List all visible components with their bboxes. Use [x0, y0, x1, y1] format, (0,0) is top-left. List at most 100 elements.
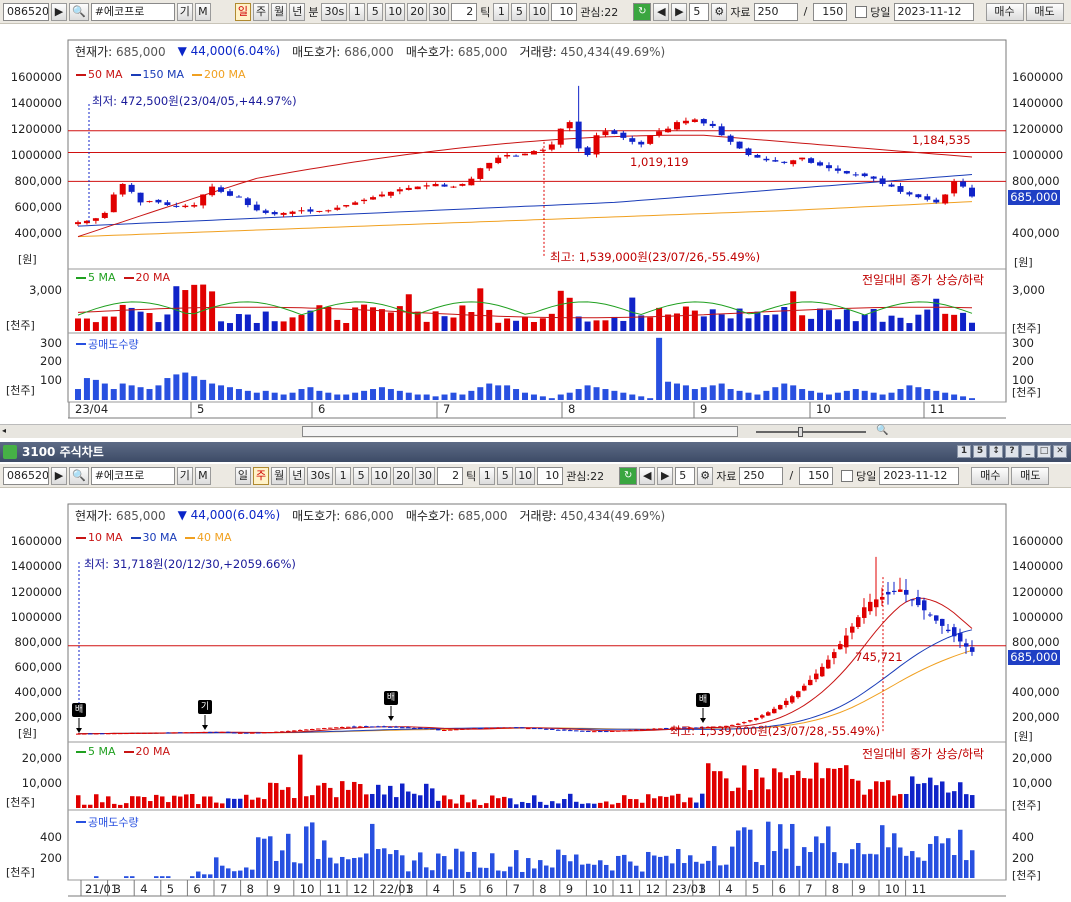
minimize-icon[interactable]: _: [1021, 445, 1035, 458]
short-sale-bar: [850, 849, 855, 878]
period-week-tab[interactable]: 주: [252, 2, 270, 21]
volume-bar: [574, 801, 579, 808]
data-label: 자료: [716, 469, 737, 483]
min-10-button[interactable]: 10: [385, 2, 406, 21]
next-arrow-icon[interactable]: ▶: [671, 2, 688, 21]
chart-scrollbar[interactable]: ◂ 🔍: [0, 424, 1071, 438]
dropdown-arrow-icon[interactable]: ▶: [51, 466, 67, 485]
daily-chart-svg[interactable]: [0, 24, 1071, 424]
info-button[interactable]: 기: [176, 466, 193, 485]
stock-code-input[interactable]: 086520: [3, 466, 49, 485]
today-checkbox[interactable]: [841, 469, 854, 482]
period-month-tab[interactable]: 월: [271, 466, 288, 485]
maximize-icon[interactable]: □: [1037, 445, 1051, 458]
volume-bar: [343, 322, 350, 331]
event-marker[interactable]: 배: [696, 693, 710, 707]
sell-button[interactable]: 매도: [1025, 2, 1064, 21]
settings-icon[interactable]: ⚙: [711, 2, 728, 21]
settings-icon[interactable]: ⚙: [697, 466, 714, 485]
min-30-button[interactable]: 30: [429, 2, 450, 21]
period-week-tab[interactable]: 주: [252, 466, 270, 485]
min-1-button[interactable]: 1: [349, 2, 366, 21]
data-total-input[interactable]: 150: [799, 466, 834, 485]
close-icon[interactable]: ✕: [1053, 445, 1067, 458]
min-20-button[interactable]: 20: [393, 466, 414, 485]
tick-5-button[interactable]: 5: [497, 466, 514, 485]
candle-body: [460, 728, 465, 730]
tick-1-button[interactable]: 1: [493, 2, 510, 21]
period-day-tab[interactable]: 일: [234, 466, 251, 485]
today-checkbox[interactable]: [855, 5, 868, 18]
refresh-icon[interactable]: ↻: [633, 2, 652, 21]
scroll-left-arrow[interactable]: ◂: [2, 426, 12, 437]
min-5-button[interactable]: 5: [353, 466, 370, 485]
date-picker[interactable]: 2023-11-12: [893, 2, 974, 21]
step-input[interactable]: 5: [675, 466, 696, 485]
sell-button[interactable]: 매도: [1011, 466, 1050, 485]
win-btn-5[interactable]: 5: [973, 445, 987, 458]
search-icon[interactable]: 🔍: [69, 2, 89, 21]
sec-button[interactable]: 30s: [321, 2, 348, 21]
short-sale-bar: [940, 843, 945, 878]
prev-arrow-icon[interactable]: ◀: [653, 2, 670, 21]
candle-body: [292, 730, 297, 732]
tick-5-button[interactable]: 5: [511, 2, 528, 21]
min-10-button[interactable]: 10: [371, 466, 392, 485]
candle-body: [486, 162, 493, 169]
period-month-tab[interactable]: 월: [271, 2, 288, 21]
search-icon[interactable]: 🔍: [69, 466, 89, 485]
date-picker[interactable]: 2023-11-12: [879, 466, 960, 485]
period-year-tab[interactable]: 년: [289, 466, 306, 485]
resize-icon[interactable]: ↕: [989, 445, 1003, 458]
stock-name-field[interactable]: #에코프로: [90, 466, 175, 485]
event-marker[interactable]: 기: [198, 700, 212, 714]
info-button[interactable]: 기: [176, 2, 193, 21]
buy-button[interactable]: 매수: [985, 2, 1024, 21]
zoom-slider-thumb[interactable]: [798, 427, 803, 437]
min-20-button[interactable]: 20: [407, 2, 428, 21]
tick-10-button[interactable]: 10: [515, 466, 536, 485]
candle-body: [430, 728, 435, 730]
zoom-slider[interactable]: [756, 431, 866, 433]
watch-label[interactable]: 관심:22: [565, 468, 617, 484]
next-arrow-icon[interactable]: ▶: [657, 466, 674, 485]
help-icon[interactable]: ?: [1005, 445, 1019, 458]
buy-button[interactable]: 매수: [971, 466, 1010, 485]
event-marker[interactable]: 배: [72, 703, 86, 717]
win-btn-1[interactable]: 1: [957, 445, 971, 458]
window-titlebar[interactable]: 3100 주식차트 1 5 ↕ ? _ □ ✕: [0, 442, 1071, 462]
stock-code-input[interactable]: 086520: [3, 2, 49, 21]
dropdown-arrow-icon[interactable]: ▶: [51, 2, 67, 21]
tick-input[interactable]: 2: [451, 2, 478, 21]
refresh-icon[interactable]: ↻: [619, 466, 638, 485]
data-total-input[interactable]: 150: [813, 2, 848, 21]
zoom-icon[interactable]: 🔍: [876, 425, 888, 436]
volume-bar: [790, 775, 795, 808]
prev-arrow-icon[interactable]: ◀: [639, 466, 656, 485]
scroll-thumb[interactable]: [302, 426, 738, 437]
volume-bar: [647, 317, 654, 331]
min-5-button[interactable]: 5: [367, 2, 384, 21]
tick-1-button[interactable]: 1: [479, 466, 496, 485]
min-30-button[interactable]: 30: [415, 466, 436, 485]
tick-input[interactable]: 2: [437, 466, 464, 485]
tick-count-input[interactable]: 10: [551, 2, 578, 21]
period-day-tab[interactable]: 일: [234, 2, 251, 21]
event-marker[interactable]: 배: [384, 691, 398, 705]
watch-label[interactable]: 관심:22: [579, 4, 631, 20]
data-count-select[interactable]: 250: [753, 2, 798, 21]
step-input[interactable]: 5: [689, 2, 710, 21]
memo-button[interactable]: M: [194, 466, 211, 485]
tick-count-input[interactable]: 10: [537, 466, 564, 485]
tick-10-button[interactable]: 10: [529, 2, 550, 21]
min-1-button[interactable]: 1: [335, 466, 352, 485]
memo-button[interactable]: M: [194, 2, 211, 21]
volume-bar: [610, 804, 615, 808]
stock-name-field[interactable]: #에코프로: [90, 2, 175, 21]
data-count-select[interactable]: 250: [739, 466, 784, 485]
y-tick-right: 200,000: [1012, 710, 1060, 724]
weekly-chart-svg[interactable]: [0, 488, 1071, 902]
short-sale-bar: [766, 821, 771, 878]
period-year-tab[interactable]: 년: [289, 2, 306, 21]
sec-button[interactable]: 30s: [307, 466, 334, 485]
